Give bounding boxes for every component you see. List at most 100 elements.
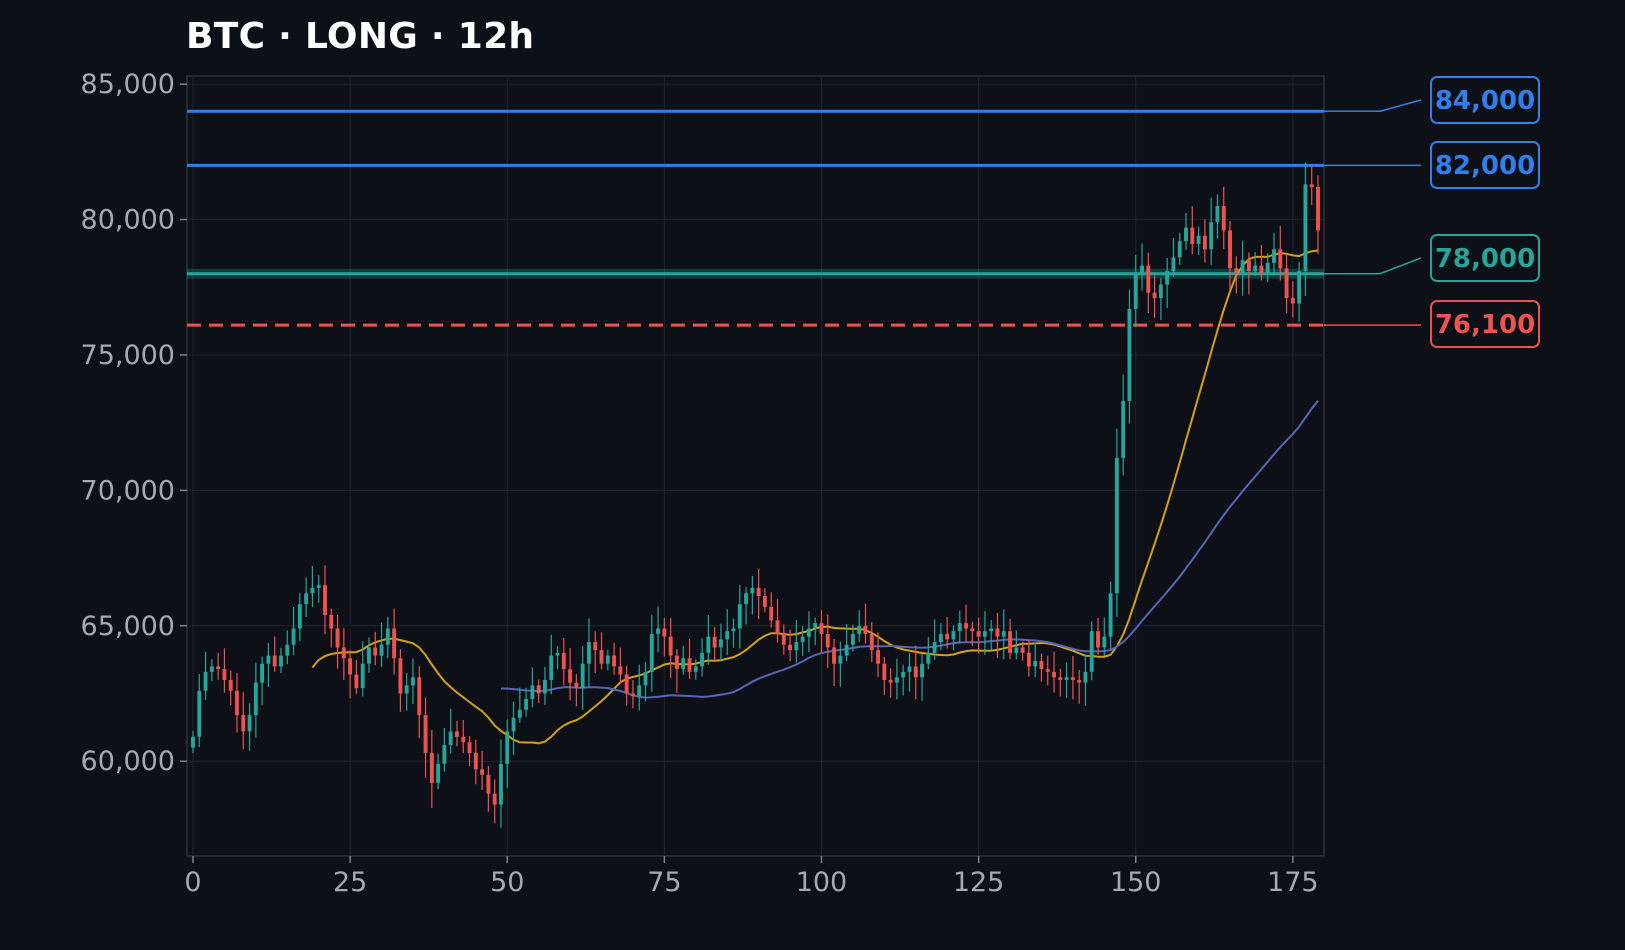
candle-body [473, 753, 478, 770]
candle-body [731, 628, 736, 632]
candle-body [574, 682, 579, 689]
candle-body [310, 587, 315, 594]
candle-body [191, 736, 195, 748]
candle-body [216, 666, 221, 670]
candle-body [455, 731, 459, 737]
candle-body [1184, 227, 1188, 242]
candle-body [1215, 206, 1220, 223]
candle-body [612, 655, 617, 667]
candle-body [209, 666, 214, 672]
candle-body [517, 709, 522, 718]
candle-body [385, 628, 390, 645]
candlestick-chart: 60,000 65,000 70,000 75,000 80,000 85,000 0 25 5… [81, 69, 1540, 898]
candle-body [1070, 677, 1075, 680]
candle-body [982, 631, 987, 637]
candle-body [417, 677, 422, 716]
candle-body [580, 663, 585, 689]
candle-body [825, 633, 830, 648]
candle-body [788, 644, 793, 651]
candle-body [1177, 241, 1182, 258]
candle-body [568, 669, 573, 683]
x-tick-label: 25 [333, 867, 367, 898]
candle-body [1290, 298, 1295, 304]
candle-body [329, 614, 334, 629]
x-tick-label: 150 [1110, 867, 1162, 898]
candle-body [279, 655, 283, 667]
candle-body [1240, 260, 1245, 274]
candle-body [649, 633, 654, 672]
candle-body [1020, 647, 1025, 653]
candle-body [1089, 631, 1094, 672]
candle-body [505, 731, 510, 764]
level-connector [1324, 257, 1422, 275]
candle-body [1234, 268, 1239, 274]
candle-body [800, 636, 805, 643]
candle-body [480, 769, 485, 775]
candle-body [750, 587, 755, 594]
candle-body [272, 655, 277, 667]
candle-body [367, 647, 371, 664]
candle-body [1014, 647, 1019, 653]
candle-body [907, 666, 912, 672]
candle-body [341, 647, 346, 659]
candle-body [844, 644, 849, 656]
level-connector [1324, 99, 1422, 112]
candle-body [1033, 661, 1038, 667]
candle-body [1259, 265, 1264, 274]
candle-body [781, 633, 786, 645]
candle-body [756, 587, 761, 596]
candle-body [461, 736, 466, 743]
candle-body [1039, 661, 1044, 670]
y-tick-label: 65,000 [81, 611, 175, 642]
candle-body [555, 652, 560, 656]
candle-body [819, 623, 824, 634]
candle-body [637, 685, 642, 697]
candle-body [989, 628, 994, 632]
candle-body [379, 644, 384, 656]
candle-body [511, 717, 516, 732]
candle-body [1045, 669, 1050, 672]
candle-body [945, 633, 950, 640]
candle-body [656, 628, 661, 634]
candle-body [599, 650, 604, 664]
candle-body [448, 731, 453, 745]
candle-body [561, 652, 566, 670]
x-tick-label: 0 [184, 867, 201, 898]
candle-body [876, 650, 881, 664]
candle-body [762, 596, 767, 607]
candle-body [1278, 249, 1283, 269]
candle-body [769, 606, 774, 621]
candle-body [291, 628, 296, 645]
candle-body [373, 647, 378, 656]
candle-body [850, 633, 855, 645]
candle-body [737, 604, 742, 629]
candle-body [964, 623, 968, 629]
candle-body [976, 631, 981, 637]
candle-body [1108, 593, 1113, 637]
candle-body [863, 625, 868, 634]
candle-body [857, 625, 862, 634]
level-label-84000: 84,000 [1435, 86, 1535, 116]
candle-body [467, 742, 472, 754]
candle-body [587, 642, 591, 664]
candle-body [744, 593, 749, 605]
candle-body [536, 685, 541, 694]
candle-body [1102, 636, 1107, 648]
candle-body [1058, 677, 1063, 680]
candle-body [813, 623, 818, 629]
candle-body [1303, 184, 1308, 271]
candle-body [411, 677, 415, 686]
plot-area [186, 75, 1325, 857]
candle-body [700, 652, 705, 667]
x-tick-label: 125 [953, 867, 1005, 898]
candle-body [1272, 249, 1276, 263]
candle-body [725, 631, 730, 640]
candle-body [404, 685, 409, 694]
candle-body [926, 652, 931, 664]
y-tick-label: 80,000 [81, 205, 175, 236]
candle-body [1008, 631, 1012, 653]
candle-body [1221, 206, 1226, 231]
candle-body [304, 593, 309, 605]
candle-body [624, 674, 629, 694]
price-level-labels: 84,000 82,000 78,000 76,100 [1324, 76, 1540, 348]
